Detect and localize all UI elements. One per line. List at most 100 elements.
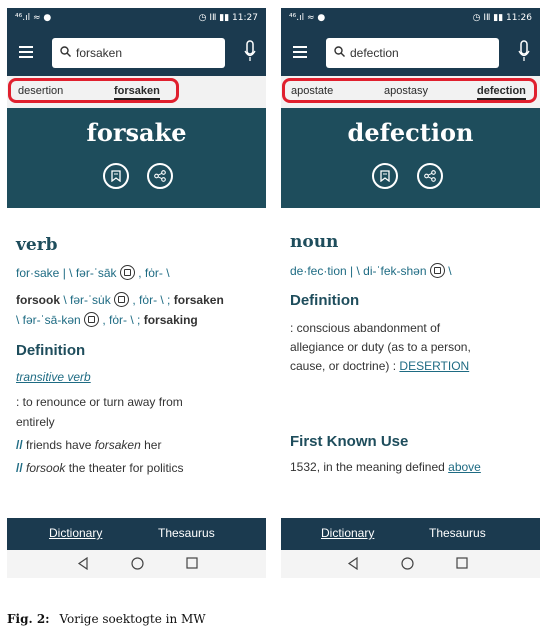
recent-searches: desertion forsaken — [7, 76, 266, 108]
mic-icon[interactable] — [518, 40, 530, 62]
form-pronunciation-alt: , fȯr- \ ; — [132, 293, 171, 307]
menu-icon[interactable] — [293, 46, 307, 58]
time-status: ◷ ⅠⅡ ▮▮ 11:26 — [472, 13, 532, 23]
status-bar: ⁴⁶.ıl ≈ ● ◷ ⅠⅡ ▮▮ 11:27 — [7, 8, 266, 30]
definition-text: cause, or doctrine) : — [290, 359, 397, 373]
audio-icon[interactable] — [114, 292, 130, 307]
definition-line-1: : conscious abandonment of — [290, 321, 441, 335]
example-word: forsaken — [94, 438, 141, 452]
headword: defection — [347, 118, 474, 147]
pronunciation: | \ di-ˈfek-shən — [350, 264, 427, 278]
highlight-box — [282, 78, 537, 103]
headword: forsake — [86, 118, 187, 147]
verb-type[interactable]: transitive verb — [16, 370, 91, 384]
back-icon[interactable] — [347, 557, 359, 570]
forms-line-1: forsook \ fər-ˈsu̇k , fȯr- \ ; forsaken — [16, 292, 224, 307]
audio-icon[interactable] — [119, 265, 135, 280]
headword-banner: defection — [281, 108, 540, 208]
example-text: the theater for politics — [68, 461, 184, 475]
form-pronunciation-alt: , fȯr- \ ; — [102, 313, 141, 327]
recents-icon[interactable] — [456, 557, 468, 569]
tab-dictionary[interactable]: Dictionary — [321, 526, 374, 540]
part-of-speech: noun — [290, 232, 339, 252]
entry-content: noun de·fec·tion | \ di-ˈfek-shən \ Defi… — [281, 208, 540, 518]
share-icon — [424, 170, 436, 182]
share-icon — [154, 170, 166, 182]
form-pronunciation: \ fər-ˈsu̇k — [63, 293, 111, 307]
pronunciation: | \ fər-ˈsāk — [62, 266, 117, 280]
pronunciation-alt: \ — [448, 264, 452, 278]
tab-thesaurus[interactable]: Thesaurus — [429, 526, 486, 540]
bookmark-button[interactable] — [103, 163, 129, 189]
time-status: ◷ ⅠⅡ ▮▮ 11:27 — [198, 13, 258, 23]
search-input[interactable]: forsaken — [52, 38, 225, 68]
app-bar: defection — [281, 30, 540, 76]
screenshot-forsaken: ⁴⁶.ıl ≈ ● ◷ ⅠⅡ ▮▮ 11:27 forsaken deserti… — [7, 8, 266, 578]
bookmark-icon — [111, 170, 121, 182]
figure-caption: Fig. 2: Vorige soektogte in MW — [7, 612, 206, 626]
share-button[interactable] — [147, 163, 173, 189]
forms-line-2: \ fər-ˈsā-kən , fȯr- \ ; forsaking — [16, 312, 198, 327]
screenshot-defection: ⁴⁶.ıl ≈ ● ◷ ⅠⅡ ▮▮ 11:26 defection aposta… — [281, 8, 540, 578]
status-bar: ⁴⁶.ıl ≈ ● ◷ ⅠⅡ ▮▮ 11:26 — [281, 8, 540, 30]
signal-status: ⁴⁶.ıl ≈ ● — [15, 13, 52, 23]
figure-caption-text: Vorige soektogte in MW — [59, 612, 206, 626]
system-nav-bar — [7, 550, 266, 578]
form-forsaken: forsaken — [173, 293, 224, 307]
search-icon — [334, 46, 345, 57]
search-icon — [60, 46, 71, 57]
verb-type-link[interactable]: transitive verb — [16, 370, 91, 384]
definition-line-2: entirely — [16, 415, 55, 429]
form-pronunciation: \ fər-ˈsā-kən — [16, 313, 81, 327]
pronunciation-alt: , fȯr- \ — [138, 266, 170, 280]
home-icon[interactable] — [401, 557, 414, 570]
mic-icon[interactable] — [244, 40, 256, 62]
system-nav-bar — [281, 550, 540, 578]
app-bar: forsaken — [7, 30, 266, 76]
search-value: defection — [350, 46, 399, 60]
bookmark-button[interactable] — [372, 163, 398, 189]
first-known-use-text: 1532, in the meaning defined above — [290, 460, 481, 474]
headword-banner: forsake — [7, 108, 266, 208]
syllables: for·sake — [16, 266, 60, 280]
home-icon[interactable] — [131, 557, 144, 570]
example-text: her — [144, 438, 162, 452]
above-link[interactable]: above — [448, 460, 481, 474]
audio-icon[interactable] — [429, 263, 445, 278]
example-2: // forsook the theater for politics — [16, 461, 183, 475]
example-1: // friends have forsaken her — [16, 438, 161, 452]
definition-line-1: : to renounce or turn away from — [16, 395, 183, 409]
menu-icon[interactable] — [19, 46, 33, 58]
bottom-tabs: Dictionary Thesaurus — [7, 518, 266, 550]
share-button[interactable] — [417, 163, 443, 189]
audio-icon[interactable] — [84, 312, 100, 327]
definition-line-3: cause, or doctrine) : DESERTION — [290, 359, 469, 373]
example-word: forsook — [26, 461, 66, 475]
example-marker: // — [16, 461, 23, 475]
search-input[interactable]: defection — [326, 38, 499, 68]
pronunciation-line: de·fec·tion | \ di-ˈfek-shən \ — [290, 263, 452, 278]
example-text: friends have — [26, 438, 92, 452]
search-value: forsaken — [76, 46, 123, 60]
part-of-speech: verb — [16, 235, 58, 255]
highlight-box — [8, 78, 179, 103]
pronunciation-line: for·sake | \ fər-ˈsāk , fȯr- \ — [16, 265, 170, 280]
tab-dictionary[interactable]: Dictionary — [49, 526, 102, 540]
form-forsaking: forsaking — [143, 313, 198, 327]
recents-icon[interactable] — [186, 557, 198, 569]
definition-line-2: allegiance or duty (as to a person, — [290, 340, 471, 354]
first-known-use-heading: First Known Use — [290, 433, 409, 450]
tab-thesaurus[interactable]: Thesaurus — [158, 526, 215, 540]
figure-label: Fig. 2: — [7, 612, 50, 626]
signal-status: ⁴⁶.ıl ≈ ● — [289, 13, 326, 23]
definition-heading: Definition — [16, 342, 86, 359]
bottom-tabs: Dictionary Thesaurus — [281, 518, 540, 550]
example-marker: // — [16, 438, 23, 452]
recent-searches: apostate apostasy defection — [281, 76, 540, 108]
definition-heading: Definition — [290, 292, 360, 309]
bookmark-icon — [380, 170, 390, 182]
syllables: de·fec·tion — [290, 264, 347, 278]
first-use-text: 1532, in the meaning defined — [290, 460, 445, 474]
desertion-link[interactable]: DESERTION — [399, 359, 469, 373]
back-icon[interactable] — [77, 557, 89, 570]
